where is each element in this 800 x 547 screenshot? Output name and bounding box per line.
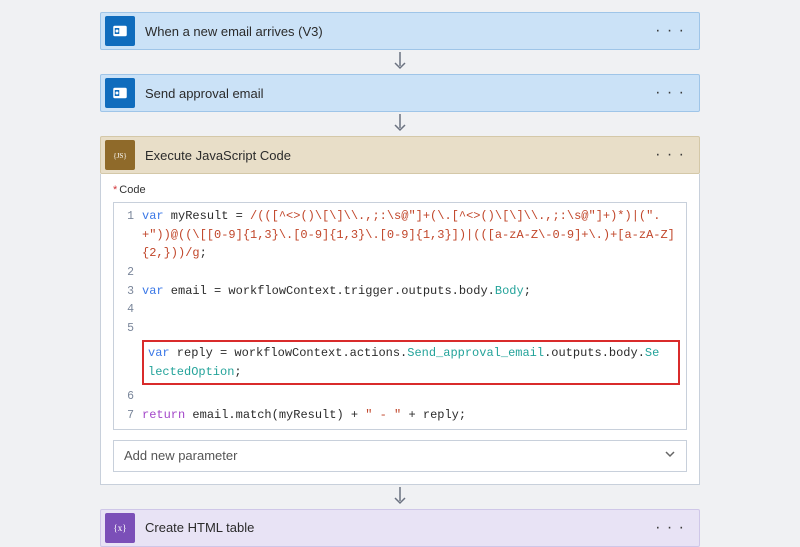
code-line: 5: [114, 319, 686, 338]
more-menu[interactable]: · · ·: [641, 146, 699, 164]
step-title: Execute JavaScript Code: [135, 148, 641, 163]
code-line: 4: [114, 300, 686, 319]
step-execute-js[interactable]: {JS} Execute JavaScript Code · · ·: [100, 136, 700, 174]
step-create-html-table[interactable]: {x} Create HTML table · · ·: [100, 509, 700, 547]
step-send-approval[interactable]: Send approval email · · ·: [100, 74, 700, 112]
code-line: 6: [114, 387, 686, 406]
svg-text:{JS}: {JS}: [113, 152, 127, 160]
connector-arrow: [392, 112, 408, 136]
outlook-icon: [105, 16, 135, 46]
js-code-panel: *Code 1var myResult = /(([^<>()\[\]\\.,;…: [100, 174, 700, 485]
table-icon: {x}: [105, 513, 135, 543]
flow-container: When a new email arrives (V3) · · · Send…: [0, 12, 800, 547]
step-title: When a new email arrives (V3): [135, 24, 641, 39]
step-title: Send approval email: [135, 86, 641, 101]
code-line: 2: [114, 263, 686, 282]
more-menu[interactable]: · · ·: [641, 22, 699, 40]
more-menu[interactable]: · · ·: [641, 84, 699, 102]
step-title: Create HTML table: [135, 520, 641, 535]
connector-arrow: [392, 50, 408, 74]
add-parameter-dropdown[interactable]: Add new parameter: [113, 440, 687, 472]
add-parameter-label: Add new parameter: [124, 448, 237, 463]
step-trigger-email[interactable]: When a new email arrives (V3) · · ·: [100, 12, 700, 50]
code-line: 3var email = workflowContext.trigger.out…: [114, 282, 686, 301]
js-icon: {JS}: [105, 140, 135, 170]
code-editor[interactable]: 1var myResult = /(([^<>()\[\]\\.,;:\s@"]…: [113, 202, 687, 430]
chevron-down-icon: [664, 448, 676, 463]
code-line: 1var myResult = /(([^<>()\[\]\\.,;:\s@"]…: [114, 207, 686, 263]
svg-text:{x}: {x}: [113, 523, 126, 533]
code-line: 7return email.match(myResult) + " - " + …: [114, 406, 686, 425]
connector-arrow: [392, 485, 408, 509]
outlook-icon: [105, 78, 135, 108]
highlighted-code: var reply = workflowContext.actions.Send…: [142, 340, 680, 385]
code-field-label: *Code: [113, 184, 687, 196]
more-menu[interactable]: · · ·: [641, 519, 699, 537]
